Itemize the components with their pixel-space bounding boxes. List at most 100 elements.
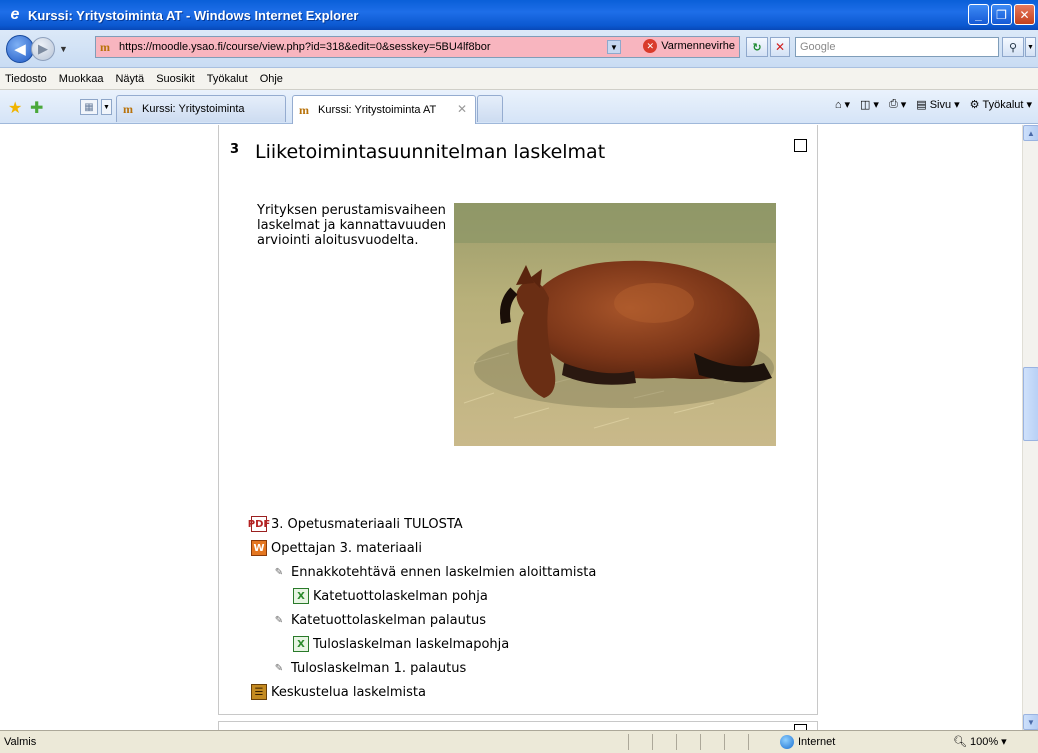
menu-bar: Tiedosto Muokkaa Näytä Suosikit Työkalut… [0, 68, 1038, 90]
activity-link[interactable]: Keskustelua laskelmista [271, 685, 426, 700]
section-summary: Yrityksen perustamisvaiheen laskelmat ja… [257, 203, 447, 248]
gear-icon: ⚙ [969, 99, 980, 111]
new-tab-button[interactable] [477, 95, 503, 122]
zoom-dropdown-icon[interactable]: ▾ [1001, 735, 1007, 748]
activity-item[interactable]: W Opettajan 3. materiaali [251, 537, 422, 559]
status-text: Valmis [4, 736, 37, 748]
moodle-site-icon: m [100, 39, 110, 54]
spreadsheet-icon: X [293, 636, 309, 652]
horse-photo [454, 203, 776, 446]
command-bar: ⌂ ▾ ◫ ▾ ⎙ ▾ ▤ Sivu ▾ ⚙ Työkalut ▾ [835, 98, 1032, 111]
certificate-error-icon: ✕ [643, 39, 658, 53]
title-bar: e Kurssi: Yritystoiminta AT - Windows In… [0, 0, 1038, 30]
home-button[interactable]: ⌂ ▾ [834, 98, 850, 112]
zoom-icon: 🔍︎ [953, 736, 967, 748]
activity-link[interactable]: Tuloslaskelman laskelmapohja [313, 637, 509, 652]
horse-photo-svg [454, 203, 776, 446]
scroll-down-arrow-icon[interactable]: ▼ [1023, 714, 1038, 730]
maximize-button[interactable]: ❐ [991, 4, 1012, 25]
activity-item[interactable]: ✎ Tuloslaskelman 1. palautus [271, 657, 466, 679]
window-controls: _ ❐ ✕ [968, 4, 1035, 25]
scroll-up-arrow-icon[interactable]: ▲ [1023, 125, 1038, 141]
course-section: 3 Liiketoimintasuunnitelman laskelmat Yr… [218, 125, 818, 715]
print-button[interactable]: ⎙ ▾ [889, 98, 906, 111]
section-number: 3 [230, 142, 240, 157]
favorites-star-icon[interactable]: ★ [8, 98, 22, 118]
moodle-tab-icon: m [123, 101, 133, 116]
activity-link[interactable]: 3. Opetusmateriaali TULOSTA [271, 517, 463, 532]
page-menu-button[interactable]: ▤ Sivu ▾ [916, 98, 959, 112]
activity-item[interactable]: ☰ Keskustelua laskelmista [251, 681, 426, 703]
section-collapse-toggle[interactable] [794, 139, 807, 152]
feeds-button[interactable]: ◫ ▾ [860, 98, 879, 111]
activity-link[interactable]: Opettajan 3. materiaali [271, 541, 422, 556]
add-favorites-icon[interactable]: ✚ [30, 98, 43, 118]
tab-label: Kurssi: Yritystoiminta AT [318, 104, 437, 116]
moodle-tab-icon: m [299, 102, 309, 117]
tab-kurssi-yritystoiminta-at[interactable]: m Kurssi: Yritystoiminta AT ✕ [292, 95, 476, 124]
page-content: 3 Liiketoimintasuunnitelman laskelmat Yr… [0, 125, 1022, 730]
menu-tools[interactable]: Työkalut [207, 73, 248, 85]
security-zone[interactable]: Internet [780, 735, 835, 749]
forward-button[interactable]: ▶ [31, 36, 55, 61]
rss-feed-icon: ◫ [860, 99, 871, 111]
search-input[interactable]: Google [795, 37, 999, 57]
activity-link[interactable]: Tuloslaskelman 1. palautus [291, 661, 466, 676]
spreadsheet-icon: X [293, 588, 309, 604]
tools-menu-button[interactable]: ⚙ Työkalut ▾ [969, 98, 1032, 112]
menu-favorites[interactable]: Suosikit [156, 73, 195, 85]
activity-item[interactable]: X Tuloslaskelman laskelmapohja [293, 633, 509, 655]
menu-view[interactable]: Näytä [115, 73, 144, 85]
ie-logo-icon: e [10, 6, 20, 23]
address-bar[interactable]: m https://moodle.ysao.fi/course/view.php… [95, 36, 740, 58]
globe-icon [780, 735, 794, 749]
tab-close-icon[interactable]: ✕ [457, 102, 467, 116]
menu-help[interactable]: Ohje [260, 73, 283, 85]
scrollbar-thumb[interactable] [1023, 367, 1038, 441]
vertical-scrollbar[interactable]: ▲ ▼ [1022, 125, 1038, 730]
window-title: Kurssi: Yritystoiminta AT - Windows Inte… [28, 7, 359, 23]
assignment-icon: ✎ [274, 662, 284, 674]
activity-link[interactable]: Ennakkotehtävä ennen laskelmien aloittam… [291, 565, 596, 580]
page-menu-label: Sivu [929, 98, 952, 111]
certificate-error-label: Varmennevirhe [661, 40, 735, 52]
url-text[interactable]: https://moodle.ysao.fi/course/view.php?i… [119, 41, 490, 53]
section-title: Liiketoimintasuunnitelman laskelmat [255, 141, 606, 163]
document-icon: W [251, 540, 267, 556]
certificate-error[interactable]: ✕ Varmennevirhe [643, 39, 735, 53]
assignment-icon: ✎ [274, 566, 284, 578]
home-icon: ⌂ [834, 98, 842, 111]
forum-icon: ☰ [251, 684, 267, 700]
printer-icon: ⎙ [888, 98, 898, 110]
tab-list-dropdown-icon[interactable]: ▼ [101, 99, 112, 115]
refresh-button[interactable]: ↻ [746, 37, 768, 57]
status-bar: Valmis Internet 🔍︎ 100% ▾ [0, 730, 1038, 753]
activity-item[interactable]: ✎ Ennakkotehtävä ennen laskelmien aloitt… [271, 561, 597, 583]
search-icon[interactable]: ⚲ [1002, 37, 1024, 57]
minimize-button[interactable]: _ [968, 4, 989, 25]
activity-item[interactable]: PDF 3. Opetusmateriaali TULOSTA [248, 513, 463, 535]
zoom-level: 100% [969, 735, 999, 748]
history-dropdown-icon[interactable]: ▼ [59, 44, 68, 54]
activity-link[interactable]: Katetuottolaskelman palautus [291, 613, 486, 628]
address-row: ◀ ▶ ▼ m https://moodle.ysao.fi/course/vi… [0, 30, 1038, 68]
search-options-dropdown-icon[interactable]: ▼ [1025, 37, 1036, 57]
url-dropdown-icon[interactable]: ▼ [607, 40, 621, 54]
tab-label: Kurssi: Yritystoiminta [142, 103, 245, 115]
tools-menu-label: Työkalut [982, 98, 1024, 111]
back-button[interactable]: ◀ [6, 34, 34, 63]
page-icon: ▤ [916, 99, 927, 111]
menu-file[interactable]: Tiedosto [5, 73, 47, 85]
stop-button[interactable]: ✕ [770, 37, 790, 57]
zoom-control[interactable]: 🔍︎ 100% ▾ [953, 735, 1007, 749]
assignment-icon: ✎ [274, 614, 284, 626]
close-button[interactable]: ✕ [1014, 4, 1035, 25]
activity-item[interactable]: X Katetuottolaskelman pohja [293, 585, 488, 607]
tab-kurssi-yritystoiminta[interactable]: m Kurssi: Yritystoiminta [116, 95, 286, 122]
pdf-icon: PDF [248, 516, 270, 532]
activity-link[interactable]: Katetuottolaskelman pohja [313, 589, 488, 604]
activity-item[interactable]: ✎ Katetuottolaskelman palautus [271, 609, 486, 631]
next-course-section [218, 721, 818, 730]
quick-tabs-icon[interactable]: ▦ [80, 99, 98, 115]
menu-edit[interactable]: Muokkaa [59, 73, 104, 85]
